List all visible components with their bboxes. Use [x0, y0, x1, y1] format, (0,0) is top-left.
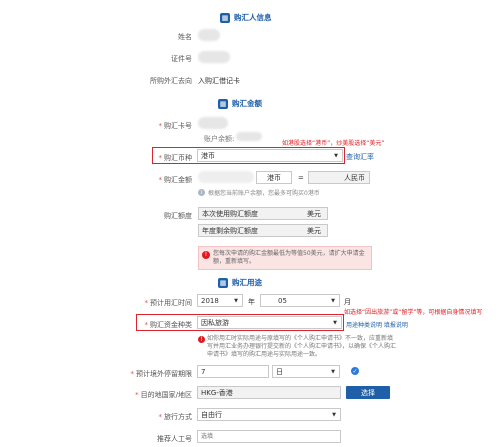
equals-sign: = [298, 174, 304, 182]
used-quota-field: 本次使用购汇额度 美元 [198, 207, 328, 220]
referrer-input[interactable] [197, 430, 341, 443]
currency-select[interactable]: 港币 ▼ [197, 149, 343, 162]
month-unit: 月 [344, 298, 351, 306]
quota-label: 购汇额度 [164, 212, 192, 220]
warning-icon: ! [202, 251, 210, 259]
info-icon: i [198, 189, 205, 196]
chevron-down-icon: ▼ [331, 297, 335, 304]
foreign-currency-unit: 港币 [256, 171, 292, 184]
chevron-down-icon: ▼ [331, 368, 335, 375]
travel-label: * 旅行方式 [158, 413, 193, 421]
check-icon: ✓ [351, 367, 359, 375]
purpose-section-icon: ▦ [218, 277, 228, 288]
rate-query-link[interactable]: 查询汇率 [346, 152, 374, 162]
amount-label: * 购汇金额 [158, 176, 193, 184]
buyer-info-title: 购汇人信息 [234, 13, 272, 22]
year-select[interactable]: 2018 ▼ [197, 294, 243, 307]
buyer-info-icon: ▦ [220, 12, 230, 23]
amount-header: ▦ 购汇金额 [218, 98, 262, 109]
select-destination-button[interactable]: 选择 [346, 386, 390, 399]
id-value-redacted [198, 51, 230, 63]
referrer-label: 推荐人工号 [157, 435, 192, 443]
type-label: * 购汇资金种类 [144, 321, 193, 329]
chevron-down-icon: ▼ [234, 297, 238, 304]
warning-icon: ! [198, 336, 205, 343]
min-amount-warning: ! 您每次申请的购汇金额最低为等值50美元，请扩大申请金额，重新填写。 [198, 246, 372, 270]
stay-input[interactable]: 7 [197, 365, 269, 378]
time-label: * 预计用汇时间 [144, 299, 193, 307]
currency-annotation: 如港股选择“港币”，炒美股选择“美元” [282, 140, 385, 147]
amount-input[interactable] [198, 171, 254, 183]
name-value-redacted [198, 29, 220, 41]
fund-type-select[interactable]: 因私旅游 ▼ [197, 316, 342, 329]
stay-label: * 预计境外停留期限 [130, 370, 193, 378]
direction-value: 入购汇借记卡 [198, 77, 240, 85]
stay-unit-select[interactable]: 日 ▼ [272, 365, 340, 378]
purpose-notice: ! 如你用汇时实际用途与原填写的《个人购汇申请书》不一致，应重新填写并用汇业务办… [198, 335, 397, 359]
balance-redacted [236, 132, 262, 141]
dest-label: * 目的地国家/地区 [135, 391, 192, 399]
month-select[interactable]: 05 ▼ [260, 294, 340, 307]
type-annotation: 如选择“因出旅游”或“留学”等，可根据自身情况填写 [344, 309, 483, 316]
direction-label: 所购外汇去向 [150, 77, 192, 85]
id-label: 证件号 [171, 55, 192, 63]
used-quota-unit: 美元 [307, 209, 321, 218]
purpose-help-links[interactable]: 用途种类说明 填报说明 [346, 320, 408, 329]
rmb-amount-field: 人民币 [308, 171, 370, 184]
currency-label: * 购汇币种 [158, 154, 193, 162]
chevron-down-icon: ▼ [334, 152, 338, 159]
balance-label: 账户余额: [204, 135, 235, 143]
travel-mode-select[interactable]: 自由行 ▼ [197, 408, 341, 421]
card-value-redacted[interactable] [198, 117, 228, 129]
max-amount-hint: i 根据您当前账户余额，您最多可购买0港币 [198, 188, 320, 197]
year-unit: 年 [248, 298, 255, 306]
destination-field: HKG-香港 [197, 386, 341, 399]
amount-title: 购汇金额 [232, 99, 262, 108]
amount-section-icon: ▦ [218, 98, 228, 109]
buyer-info-header: ▦ 购汇人信息 [220, 12, 272, 23]
purpose-header: ▦ 购汇用途 [218, 277, 262, 288]
chevron-down-icon: ▼ [332, 411, 336, 418]
remaining-quota-unit: 美元 [307, 226, 321, 235]
purpose-title: 购汇用途 [232, 278, 262, 287]
chevron-down-icon: ▼ [333, 319, 337, 326]
name-label: 姓名 [178, 33, 192, 41]
card-label: * 购汇卡号 [158, 122, 193, 130]
currency-select-value: 港币 [201, 151, 215, 160]
remaining-quota-field: 年度剩余购汇额度 美元 [198, 224, 328, 237]
